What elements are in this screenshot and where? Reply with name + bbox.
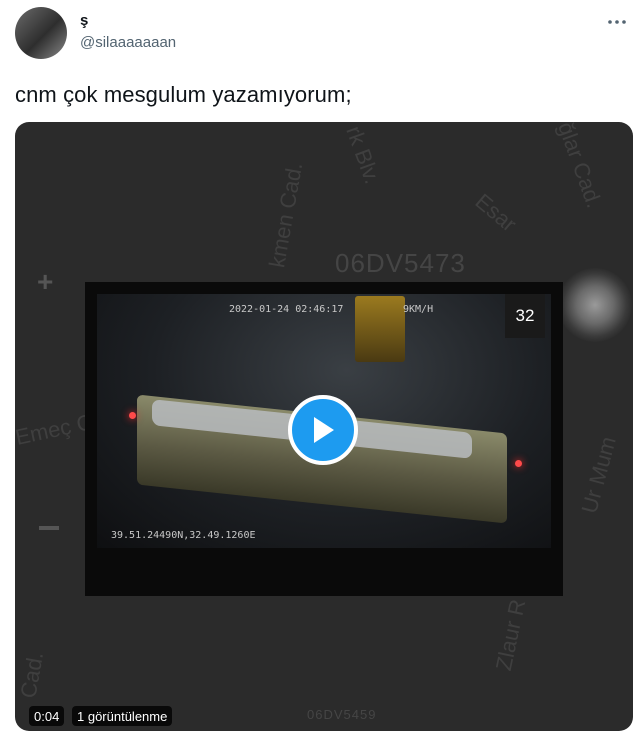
dashcam-speed: 9KM/H bbox=[403, 304, 434, 315]
dashcam-gps: 39.51.24490N,32.49.1260E bbox=[111, 530, 256, 541]
video-time: 0:04 bbox=[29, 706, 65, 726]
map-street-label: kmen Cad. bbox=[264, 160, 308, 270]
avatar[interactable] bbox=[15, 7, 67, 59]
map-plate-label: 06DV5473 bbox=[335, 248, 466, 278]
map-street-label: Zlaur R bbox=[490, 597, 531, 673]
map-street-label: ğlar Cad. bbox=[553, 122, 608, 212]
map-locate-icon bbox=[558, 268, 632, 342]
map-street-label: rk Blv. bbox=[341, 122, 386, 188]
play-icon[interactable] bbox=[288, 395, 358, 465]
tweet-text: cnm çok mesgulum yazamıyorum; bbox=[15, 82, 352, 107]
light-dot bbox=[515, 460, 522, 467]
map-street-label: Cad. bbox=[15, 649, 49, 700]
map-plate-label: 06DV5459 bbox=[307, 707, 377, 722]
map-street-label: Esar bbox=[470, 188, 522, 237]
map-street-label: Emeç C bbox=[15, 409, 95, 450]
dashcam-timestamp: 2022-01-24 02:46:17 bbox=[229, 304, 344, 315]
more-horizontal-icon[interactable] bbox=[607, 12, 627, 32]
handle[interactable]: @silaaaaaaan bbox=[80, 34, 176, 51]
zoom-in-icon: + bbox=[37, 266, 54, 297]
video-player[interactable]: Emeç C rk Blv. kmen Cad. Esar ğlar Cad. … bbox=[15, 122, 633, 731]
map-street-label: Ur Mum bbox=[576, 433, 621, 516]
zoom-out-icon bbox=[39, 526, 59, 530]
display-name[interactable]: ş bbox=[80, 12, 88, 29]
speed-badge: 32 bbox=[505, 294, 545, 338]
light-dot bbox=[129, 412, 136, 419]
view-count: 1 görüntülenme bbox=[72, 706, 173, 726]
truck-shape bbox=[355, 296, 405, 362]
